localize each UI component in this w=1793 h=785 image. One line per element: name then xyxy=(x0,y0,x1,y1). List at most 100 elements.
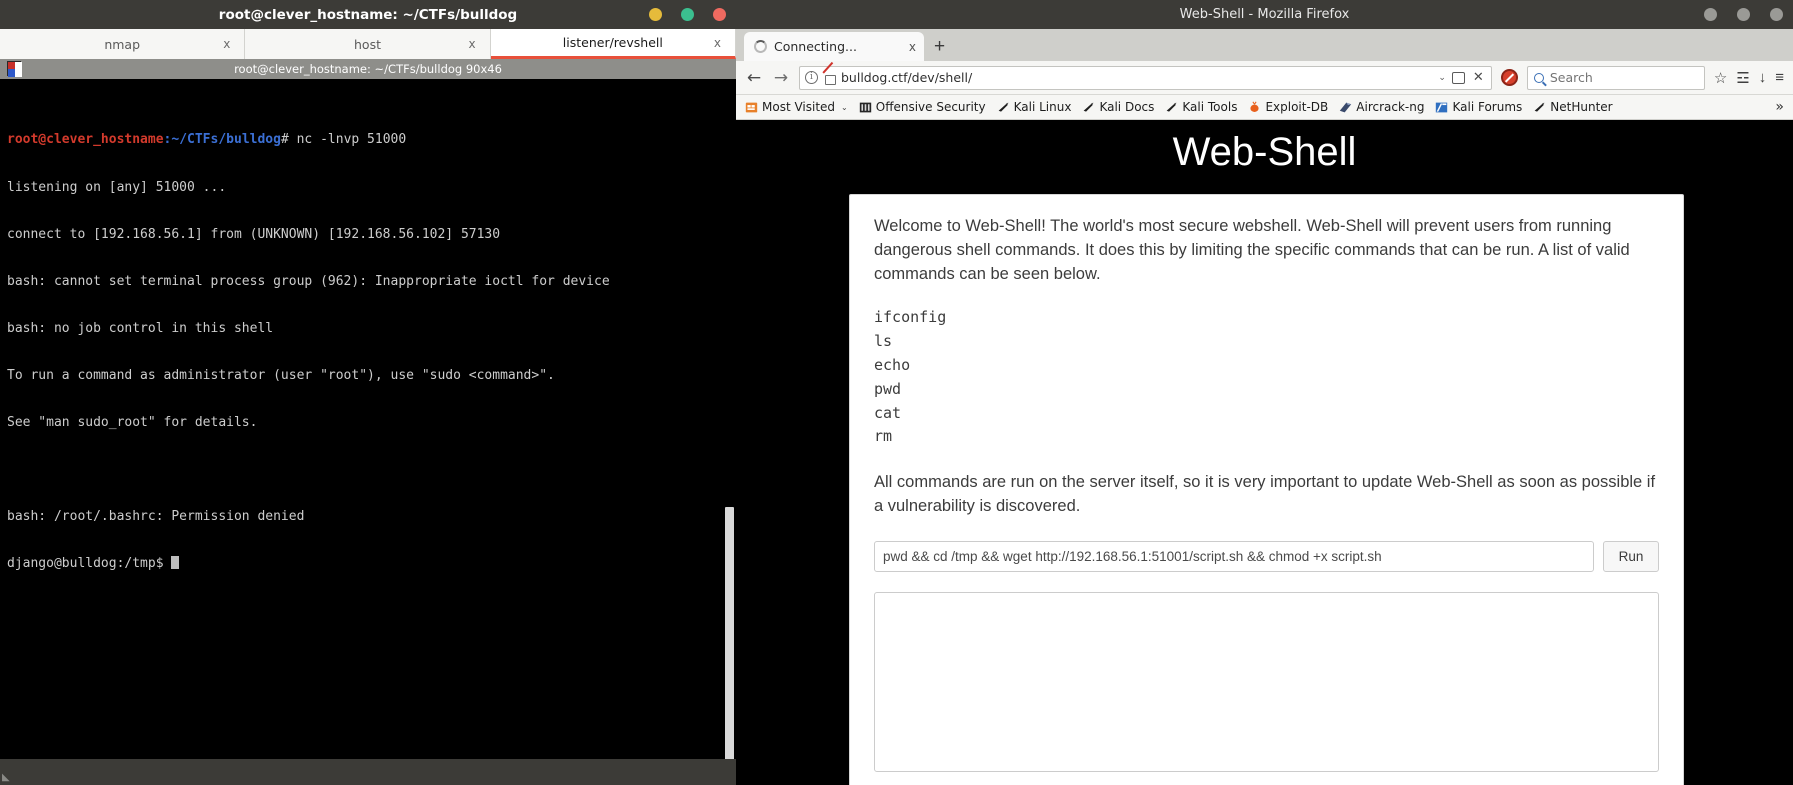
kali-dragon-icon xyxy=(1534,102,1545,112)
command-output-area[interactable] xyxy=(874,591,1659,772)
terminal-line: bash: /root/.bashrc: Permission denied xyxy=(7,509,305,525)
terminal-tab-label: nmap xyxy=(104,36,141,52)
command-item: rm xyxy=(874,427,893,446)
page-info-icon[interactable]: i xyxy=(805,71,818,84)
webshell-panel: Welcome to Web-Shell! The world's most s… xyxy=(849,194,1684,785)
terminal-window: root@clever_hostname: ~/CTFs/bulldog nma… xyxy=(0,0,736,785)
maximize-button[interactable] xyxy=(681,8,694,21)
maximize-button[interactable] xyxy=(1737,8,1750,21)
url-text: bulldog.ctf/dev/shell/ xyxy=(841,70,973,85)
prompt-command: nc -lnvp 51000 xyxy=(296,132,407,148)
url-bar[interactable]: i bulldog.ctf/dev/shell/ ⌄ ✕ xyxy=(799,65,1492,90)
bookmarks-overflow-button[interactable]: » xyxy=(1775,99,1788,115)
terminal-app-icon xyxy=(7,61,22,77)
bookmark-most-visited[interactable]: Most Visited ⌄ xyxy=(741,100,852,114)
loading-spinner-icon xyxy=(754,40,767,53)
bookmark-label: Aircrack-ng xyxy=(1356,100,1425,114)
close-icon[interactable]: x xyxy=(909,40,916,54)
kali-dragon-icon xyxy=(1167,102,1177,112)
valid-commands-list: ifconfig ls echo pwd cat rm xyxy=(874,306,1659,449)
terminal-line: To run a command as administrator (user … xyxy=(7,367,555,383)
firefox-window-controls xyxy=(1704,0,1783,29)
chevron-down-icon[interactable]: ⌄ xyxy=(841,103,848,112)
bookmark-label: Kali Tools xyxy=(1182,100,1238,114)
search-bar[interactable] xyxy=(1526,65,1706,90)
kali-dragon-icon xyxy=(998,102,1008,112)
minimize-button[interactable] xyxy=(1704,8,1717,21)
stop-loading-button[interactable]: ✕ xyxy=(1471,70,1486,85)
browser-tab-connecting[interactable]: Connecting... x xyxy=(744,32,924,61)
bookmarks-toolbar: Most Visited ⌄ Offensive Security Kali L… xyxy=(736,95,1793,120)
page-content: Web-Shell Welcome to Web-Shell! The worl… xyxy=(736,120,1793,785)
prompt-sigil: # xyxy=(280,132,297,148)
prompt-path: :~/CTFs/bulldog xyxy=(163,132,281,148)
bookmark-kali-tools[interactable]: Kali Tools xyxy=(1161,100,1241,114)
terminal-line: listening on [any] 51000 ... xyxy=(7,179,227,195)
reader-mode-icon[interactable] xyxy=(1451,71,1465,84)
bookmark-label: Exploit-DB xyxy=(1265,100,1329,114)
noscript-icon[interactable] xyxy=(1500,69,1518,86)
terminal-subtitle: root@clever_hostname: ~/CTFs/bulldog 90x… xyxy=(234,62,502,76)
library-icon[interactable]: ☲ xyxy=(1736,69,1749,87)
terminal-line: See "man sudo_root" for details. xyxy=(7,414,258,430)
terminal-scrollbar[interactable] xyxy=(725,507,734,762)
terminal-line: connect to [192.168.56.1] from (UNKNOWN)… xyxy=(7,226,501,242)
exploit-db-icon xyxy=(1250,101,1260,112)
search-input[interactable] xyxy=(1549,70,1706,85)
aircrack-icon xyxy=(1340,102,1352,112)
bookmark-label: Kali Docs xyxy=(1099,100,1155,114)
close-icon[interactable]: x xyxy=(469,37,476,51)
bookmark-star-icon[interactable]: ☆ xyxy=(1714,69,1727,87)
command-row: Run xyxy=(874,540,1659,572)
resize-grip-icon[interactable]: ◣ xyxy=(2,772,14,784)
downloads-icon[interactable]: ↓ xyxy=(1759,69,1767,86)
page-title: Web-Shell xyxy=(1172,130,1357,174)
terminal-subtitle-bar: root@clever_hostname: ~/CTFs/bulldog 90x… xyxy=(0,59,736,79)
terminal-tab-host[interactable]: host x xyxy=(245,29,491,59)
chevron-down-icon[interactable]: ⌄ xyxy=(1438,73,1446,83)
bookmark-nethunter[interactable]: NetHunter xyxy=(1529,100,1616,114)
prompt-user: root@clever_hostname xyxy=(7,132,164,148)
close-icon[interactable]: x xyxy=(714,36,721,50)
firefox-titlebar: Web-Shell - Mozilla Firefox xyxy=(736,0,1793,29)
close-button[interactable] xyxy=(1770,8,1783,21)
bookmark-offensive-security[interactable]: Offensive Security xyxy=(855,100,990,114)
command-item: cat xyxy=(874,403,902,422)
bookmark-aircrack-ng[interactable]: Aircrack-ng xyxy=(1335,100,1428,114)
bookmark-kali-docs[interactable]: Kali Docs xyxy=(1078,100,1158,114)
terminal-titlebar: root@clever_hostname: ~/CTFs/bulldog xyxy=(0,0,736,29)
bookmark-kali-forums[interactable]: Kali Forums xyxy=(1431,100,1526,114)
run-button[interactable]: Run xyxy=(1603,540,1659,572)
bookmark-kali-linux[interactable]: Kali Linux xyxy=(993,100,1076,114)
new-tab-button[interactable]: + xyxy=(934,37,945,56)
terminal-tab-nmap[interactable]: nmap x xyxy=(0,29,246,59)
most-visited-icon xyxy=(745,102,758,112)
terminal-cursor xyxy=(171,556,180,570)
back-button[interactable]: ← xyxy=(745,68,763,88)
terminal-output[interactable]: root@clever_hostname:~/CTFs/bulldog# nc … xyxy=(0,79,736,785)
hamburger-menu-icon[interactable]: ≡ xyxy=(1775,69,1784,86)
terminal-tab-listener-revshell[interactable]: listener/revshell x xyxy=(490,29,736,59)
bookmark-label: NetHunter xyxy=(1550,100,1613,114)
bookmark-label: Kali Forums xyxy=(1452,100,1523,114)
minimize-button[interactable] xyxy=(649,8,662,21)
forward-button[interactable]: → xyxy=(772,68,790,88)
command-input[interactable] xyxy=(874,540,1594,572)
terminal-final-prompt: django@bulldog:/tmp$ xyxy=(7,556,172,572)
command-item: ls xyxy=(874,332,893,351)
firefox-navbar: ← → i bulldog.ctf/dev/shell/ ⌄ ✕ ☆ ☲ ↓ ≡ xyxy=(736,61,1793,95)
terminal-tab-label: listener/revshell xyxy=(562,35,663,50)
bookmark-label: Offensive Security xyxy=(875,100,986,114)
close-button[interactable] xyxy=(713,8,726,21)
firefox-tabstrip: Connecting... x + xyxy=(736,29,1793,61)
bookmark-exploit-db[interactable]: Exploit-DB xyxy=(1244,100,1332,114)
terminal-window-controls xyxy=(649,0,726,29)
terminal-line: bash: no job control in this shell xyxy=(7,320,274,336)
command-item: pwd xyxy=(874,379,902,398)
terminal-title: root@clever_hostname: ~/CTFs/bulldog xyxy=(218,6,518,23)
terminal-prompt-line: root@clever_hostname:~/CTFs/bulldog# nc … xyxy=(7,132,736,148)
offensive-security-icon xyxy=(859,102,871,112)
firefox-window: Web-Shell - Mozilla Firefox Connecting..… xyxy=(736,0,1793,785)
close-icon[interactable]: x xyxy=(223,37,230,51)
